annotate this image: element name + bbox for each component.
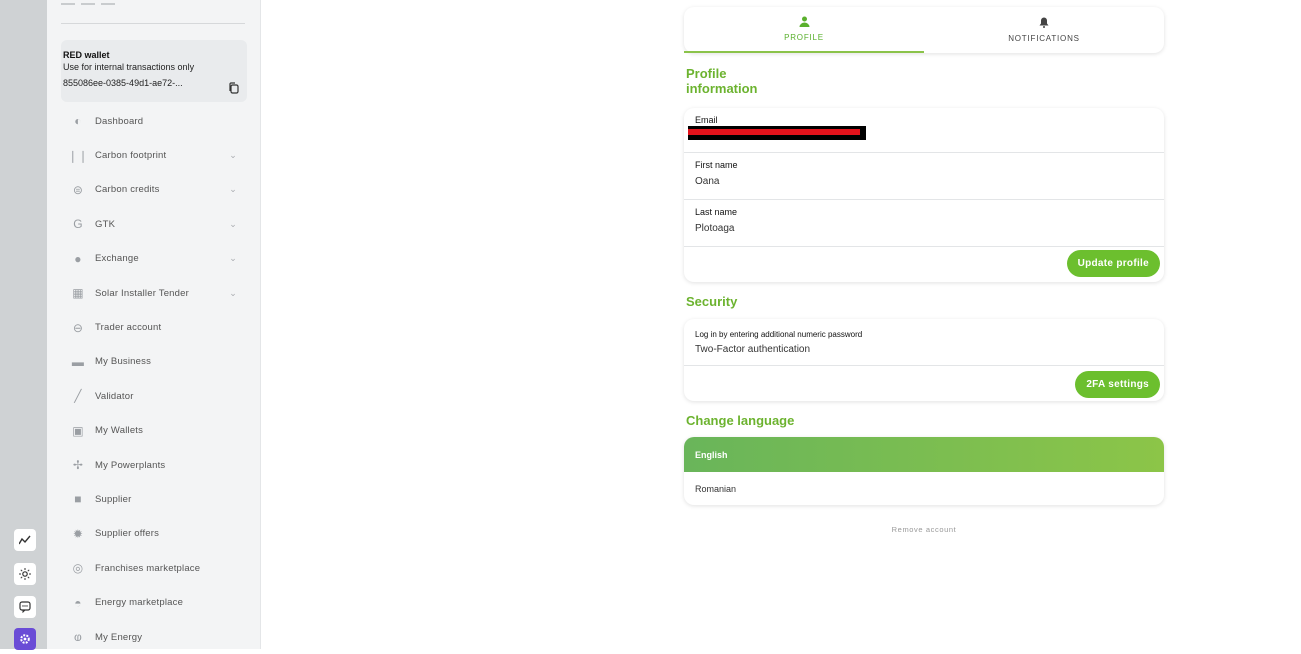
sidebar-item-label: Exchange	[95, 253, 139, 265]
user-icon	[799, 16, 810, 30]
bell-icon	[1039, 17, 1049, 31]
basket-icon: ◓	[74, 595, 82, 610]
language-card: English Romanian	[684, 437, 1164, 505]
sidebar-item-my-business[interactable]: ▬ My Business	[61, 345, 247, 379]
exchange-icon: ●	[74, 251, 82, 266]
dashboard-icon: ◐	[74, 114, 82, 129]
sidebar-item-label: Carbon footprint	[95, 150, 167, 162]
chevron-down-icon: ⌄	[229, 253, 237, 264]
language-option-english[interactable]: English	[684, 437, 1164, 472]
energy-icon: ⱷ	[74, 630, 82, 645]
truck-icon: ■	[74, 492, 82, 507]
sidebar-item-label: My Energy	[95, 631, 143, 643]
globe-icon: ◎	[72, 561, 84, 576]
sidebar-item-label: Solar Installer Tender	[95, 287, 189, 299]
wallet-card: RED wallet Use for internal transactions…	[61, 40, 247, 102]
sidebar-item-label: Dashboard	[95, 115, 144, 127]
gtk-icon: G	[73, 217, 83, 232]
two-factor-settings-button[interactable]: 2FA settings	[1075, 371, 1160, 398]
profile-tabs: PROFILE NOTIFICATIONS	[684, 7, 1164, 53]
wind-turbine-icon: ✢	[72, 458, 84, 473]
security-section-title: Security	[686, 294, 738, 309]
pen-icon: ╱	[74, 389, 82, 404]
sidebar-item-label: Carbon credits	[95, 184, 160, 196]
redaction-red-line	[688, 129, 860, 135]
sidebar-item-gtk[interactable]: G GTK ⌄	[61, 207, 247, 241]
sidebar-item-energy-marketplace[interactable]: ◓ Energy marketplace	[61, 585, 247, 619]
sidebar-item-label: My Business	[95, 356, 152, 368]
tab-notifications[interactable]: NOTIFICATIONS	[924, 7, 1164, 53]
language-option-romanian[interactable]: Romanian	[684, 472, 1164, 505]
email-label: Email	[695, 115, 718, 125]
sun-icon[interactable]	[14, 563, 36, 585]
sidebar-item-carbon-footprint[interactable]: ❘❘ Carbon footprint ⌄	[61, 138, 247, 172]
remove-account-link[interactable]: Remove account	[684, 525, 1164, 534]
sidebar-item-label: Supplier	[95, 493, 132, 505]
briefcase-icon: ▬	[71, 354, 85, 369]
left-rail	[0, 0, 47, 650]
sidebar-item-my-wallets[interactable]: ▣ My Wallets	[61, 414, 247, 448]
chevron-down-icon: ⌄	[229, 150, 237, 161]
sidebar-item-dashboard[interactable]: ◐ Dashboard	[61, 104, 247, 138]
sidebar-item-label: My Powerplants	[95, 459, 166, 471]
wallet-id: 855086ee-0385-49d1-ae72-...	[63, 78, 183, 88]
sidebar-item-label: Franchises marketplace	[95, 562, 201, 574]
last-name-field[interactable]: Last name Plotoaga	[684, 200, 1164, 247]
wallet-title: RED wallet	[63, 50, 110, 60]
sidebar-item-label: My Wallets	[95, 425, 144, 437]
sidebar-top-lines	[61, 3, 115, 5]
sidebar-item-trader-account[interactable]: ⊖ Trader account	[61, 310, 247, 344]
sidebar: RED wallet Use for internal transactions…	[47, 0, 261, 649]
language-section-title: Change language	[686, 413, 795, 428]
solar-panel-icon: ▦	[72, 286, 84, 301]
sidebar-nav: ◐ Dashboard ❘❘ Carbon footprint ⌄ ⊜ Carbon cre…	[61, 104, 247, 654]
sidebar-divider	[61, 23, 245, 24]
profile-card: Email oana.plotoaga@redplatform.com Firs…	[684, 108, 1164, 282]
first-name-field[interactable]: First name Oana	[684, 153, 1164, 200]
chart-icon[interactable]	[14, 529, 36, 551]
tab-notifications-label: NOTIFICATIONS	[1008, 34, 1080, 43]
footprint-icon: ❘❘	[67, 148, 89, 163]
chat-icon[interactable]	[14, 596, 36, 618]
sidebar-item-exchange[interactable]: ● Exchange ⌄	[61, 242, 247, 276]
two-factor-value: Two-Factor authentication	[695, 344, 811, 355]
update-profile-button[interactable]: Update profile	[1066, 250, 1160, 277]
last-name-value: Plotoaga	[695, 223, 735, 234]
sidebar-item-validator[interactable]: ╱ Validator	[61, 379, 247, 413]
wallet-subtitle: Use for internal transactions only	[63, 62, 195, 72]
gear-badge-icon: ✹	[72, 526, 84, 541]
carbon-credits-icon: ⊜	[72, 182, 84, 197]
sidebar-item-my-powerplants[interactable]: ✢ My Powerplants	[61, 448, 247, 482]
copy-icon[interactable]	[228, 82, 239, 94]
security-card: Log in by entering additional numeric pa…	[684, 319, 1164, 401]
wallet-icon: ▣	[72, 423, 84, 438]
sidebar-item-supplier[interactable]: ■ Supplier	[61, 482, 247, 516]
last-name-label: Last name	[695, 207, 738, 217]
two-factor-description: Log in by entering additional numeric pa…	[695, 330, 863, 339]
sidebar-item-label: Trader account	[95, 322, 162, 334]
chevron-down-icon: ⌄	[229, 287, 237, 298]
main-content: PROFILE NOTIFICATIONS Profile informatio…	[262, 0, 1301, 649]
email-field[interactable]: Email oana.plotoaga@redplatform.com	[684, 108, 1164, 153]
trader-icon: ⊖	[72, 320, 84, 335]
tab-profile[interactable]: PROFILE	[684, 7, 924, 53]
sidebar-item-label: Supplier offers	[95, 528, 160, 540]
tab-profile-label: PROFILE	[784, 33, 824, 42]
sidebar-item-label: GTK	[95, 218, 116, 230]
chevron-down-icon: ⌄	[229, 218, 237, 229]
profile-section-title: Profile information	[686, 66, 758, 96]
first-name-label: First name	[695, 160, 738, 170]
sidebar-item-label: Energy marketplace	[95, 597, 184, 609]
two-factor-field: Log in by entering additional numeric pa…	[684, 319, 1164, 366]
chevron-down-icon: ⌄	[229, 184, 237, 195]
sidebar-item-label: Validator	[95, 390, 134, 402]
sidebar-item-carbon-credits[interactable]: ⊜ Carbon credits ⌄	[61, 173, 247, 207]
sidebar-item-solar-installer-tender[interactable]: ▦ Solar Installer Tender ⌄	[61, 276, 247, 310]
settings-icon[interactable]	[14, 628, 36, 650]
sidebar-item-franchises-marketplace[interactable]: ◎ Franchises marketplace	[61, 551, 247, 585]
first-name-value: Oana	[695, 176, 720, 187]
sidebar-item-supplier-offers[interactable]: ✹ Supplier offers	[61, 517, 247, 551]
